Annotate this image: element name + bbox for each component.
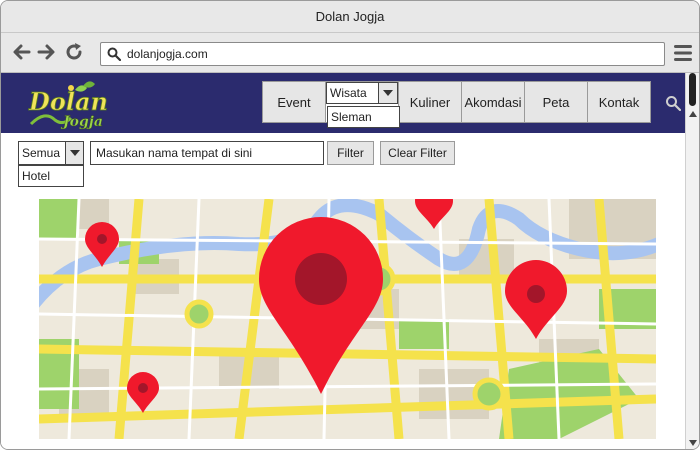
menu-item-kontak[interactable]: Kontak: [587, 81, 651, 123]
clear-filter-button[interactable]: Clear Filter: [380, 141, 455, 165]
scrollbar-thumb[interactable]: [689, 73, 696, 106]
vertical-scrollbar[interactable]: [685, 73, 699, 449]
site-search-icon[interactable]: [665, 95, 681, 111]
svg-text:Jogja: Jogja: [60, 114, 103, 130]
place-search-input[interactable]: Masukan nama tempat di sini: [90, 141, 324, 165]
main-menu: Event Wisata Kuliner Akomdasi Peta Konta…: [262, 81, 651, 123]
category-option-hotel[interactable]: Hotel: [18, 165, 84, 187]
svg-text:Dolan: Dolan: [28, 87, 108, 116]
arrow-right-icon[interactable]: [35, 41, 57, 63]
menu-item-peta[interactable]: Peta: [524, 81, 588, 123]
window-title: Dolan Jogja: [315, 9, 385, 24]
wisata-dropdown[interactable]: Wisata: [326, 82, 398, 104]
filter-bar: Semua Hotel Masukan nama tempat di sini …: [1, 141, 685, 191]
category-dropdown[interactable]: Semua: [18, 141, 84, 165]
menu-item-kontak-label: Kontak: [598, 94, 640, 110]
chevron-down-icon: [69, 150, 80, 156]
hamburger-menu-icon[interactable]: [672, 42, 694, 64]
menu-item-event[interactable]: Event: [262, 81, 326, 123]
chevron-down-icon: [383, 90, 393, 96]
browser-window: Dolan Jogja dolanjogja.com Dolan Jogja E…: [0, 0, 700, 450]
menu-item-akomodasi-label: Akomdasi: [464, 94, 522, 110]
reload-icon[interactable]: [63, 41, 85, 63]
wisata-dropdown-toggle[interactable]: [378, 83, 397, 103]
url-text: dolanjogja.com: [127, 47, 208, 61]
category-dropdown-toggle[interactable]: [65, 142, 83, 164]
filter-button-label: Filter: [337, 146, 364, 160]
page-viewport: Dolan Jogja Event Wisata Kuliner Akomdas…: [1, 73, 685, 449]
wisata-option-sleman[interactable]: Sleman: [327, 106, 400, 128]
window-titlebar: Dolan Jogja: [1, 1, 699, 33]
menu-item-event-label: Event: [277, 94, 311, 110]
filter-button[interactable]: Filter: [327, 141, 374, 165]
search-icon: [107, 47, 121, 61]
arrow-left-icon[interactable]: [11, 41, 33, 63]
scroll-up-icon[interactable]: [689, 111, 697, 117]
menu-item-kuliner-label: Kuliner: [409, 94, 451, 110]
address-bar[interactable]: dolanjogja.com: [100, 42, 665, 66]
map-image[interactable]: [39, 199, 656, 439]
menu-item-peta-label: Peta: [542, 94, 570, 110]
city-map-illustration: [39, 199, 656, 439]
wisata-selected-value: Wisata: [330, 86, 367, 100]
menu-item-kuliner[interactable]: Kuliner: [398, 81, 462, 123]
category-selected-value: Semua: [22, 146, 61, 160]
dolan-jogja-logo[interactable]: Dolan Jogja: [25, 80, 117, 130]
scroll-down-icon[interactable]: [689, 440, 697, 446]
clear-filter-button-label: Clear Filter: [388, 146, 447, 160]
menu-item-akomodasi[interactable]: Akomdasi: [461, 81, 525, 123]
